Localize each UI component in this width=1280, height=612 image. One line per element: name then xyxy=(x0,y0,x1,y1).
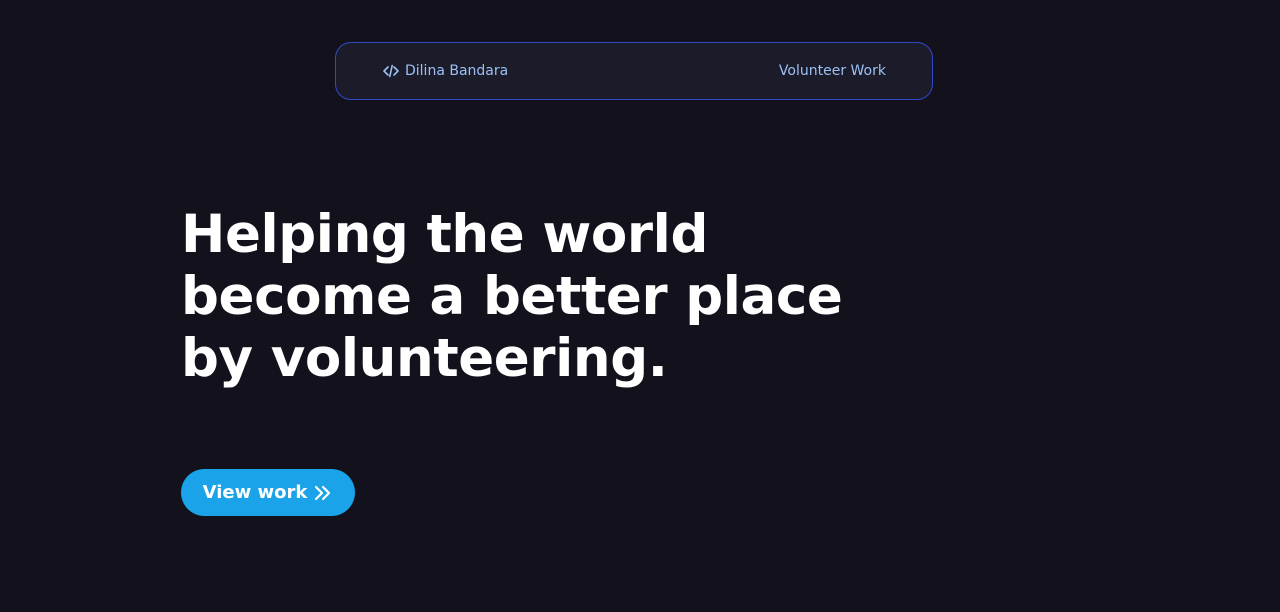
hero-title-line: become a better place xyxy=(181,266,843,327)
double-chevron-right-icon xyxy=(313,485,333,501)
brand-name: Dilina Bandara xyxy=(405,63,509,79)
top-navbar: Dilina Bandara Volunteer Work xyxy=(335,42,933,100)
hero-title: Helping the world become a better place … xyxy=(181,204,881,390)
page: Dilina Bandara Volunteer Work Helping th… xyxy=(0,0,1280,612)
hero-title-line: by volunteering. xyxy=(181,328,668,389)
brand-link[interactable]: Dilina Bandara xyxy=(383,63,508,79)
hero-title-line: Helping the world xyxy=(181,204,708,265)
view-work-button[interactable]: View work xyxy=(181,469,355,516)
nav-link-volunteer-work[interactable]: Volunteer Work xyxy=(779,63,886,79)
view-work-label: View work xyxy=(202,482,308,503)
code-icon xyxy=(383,64,399,78)
